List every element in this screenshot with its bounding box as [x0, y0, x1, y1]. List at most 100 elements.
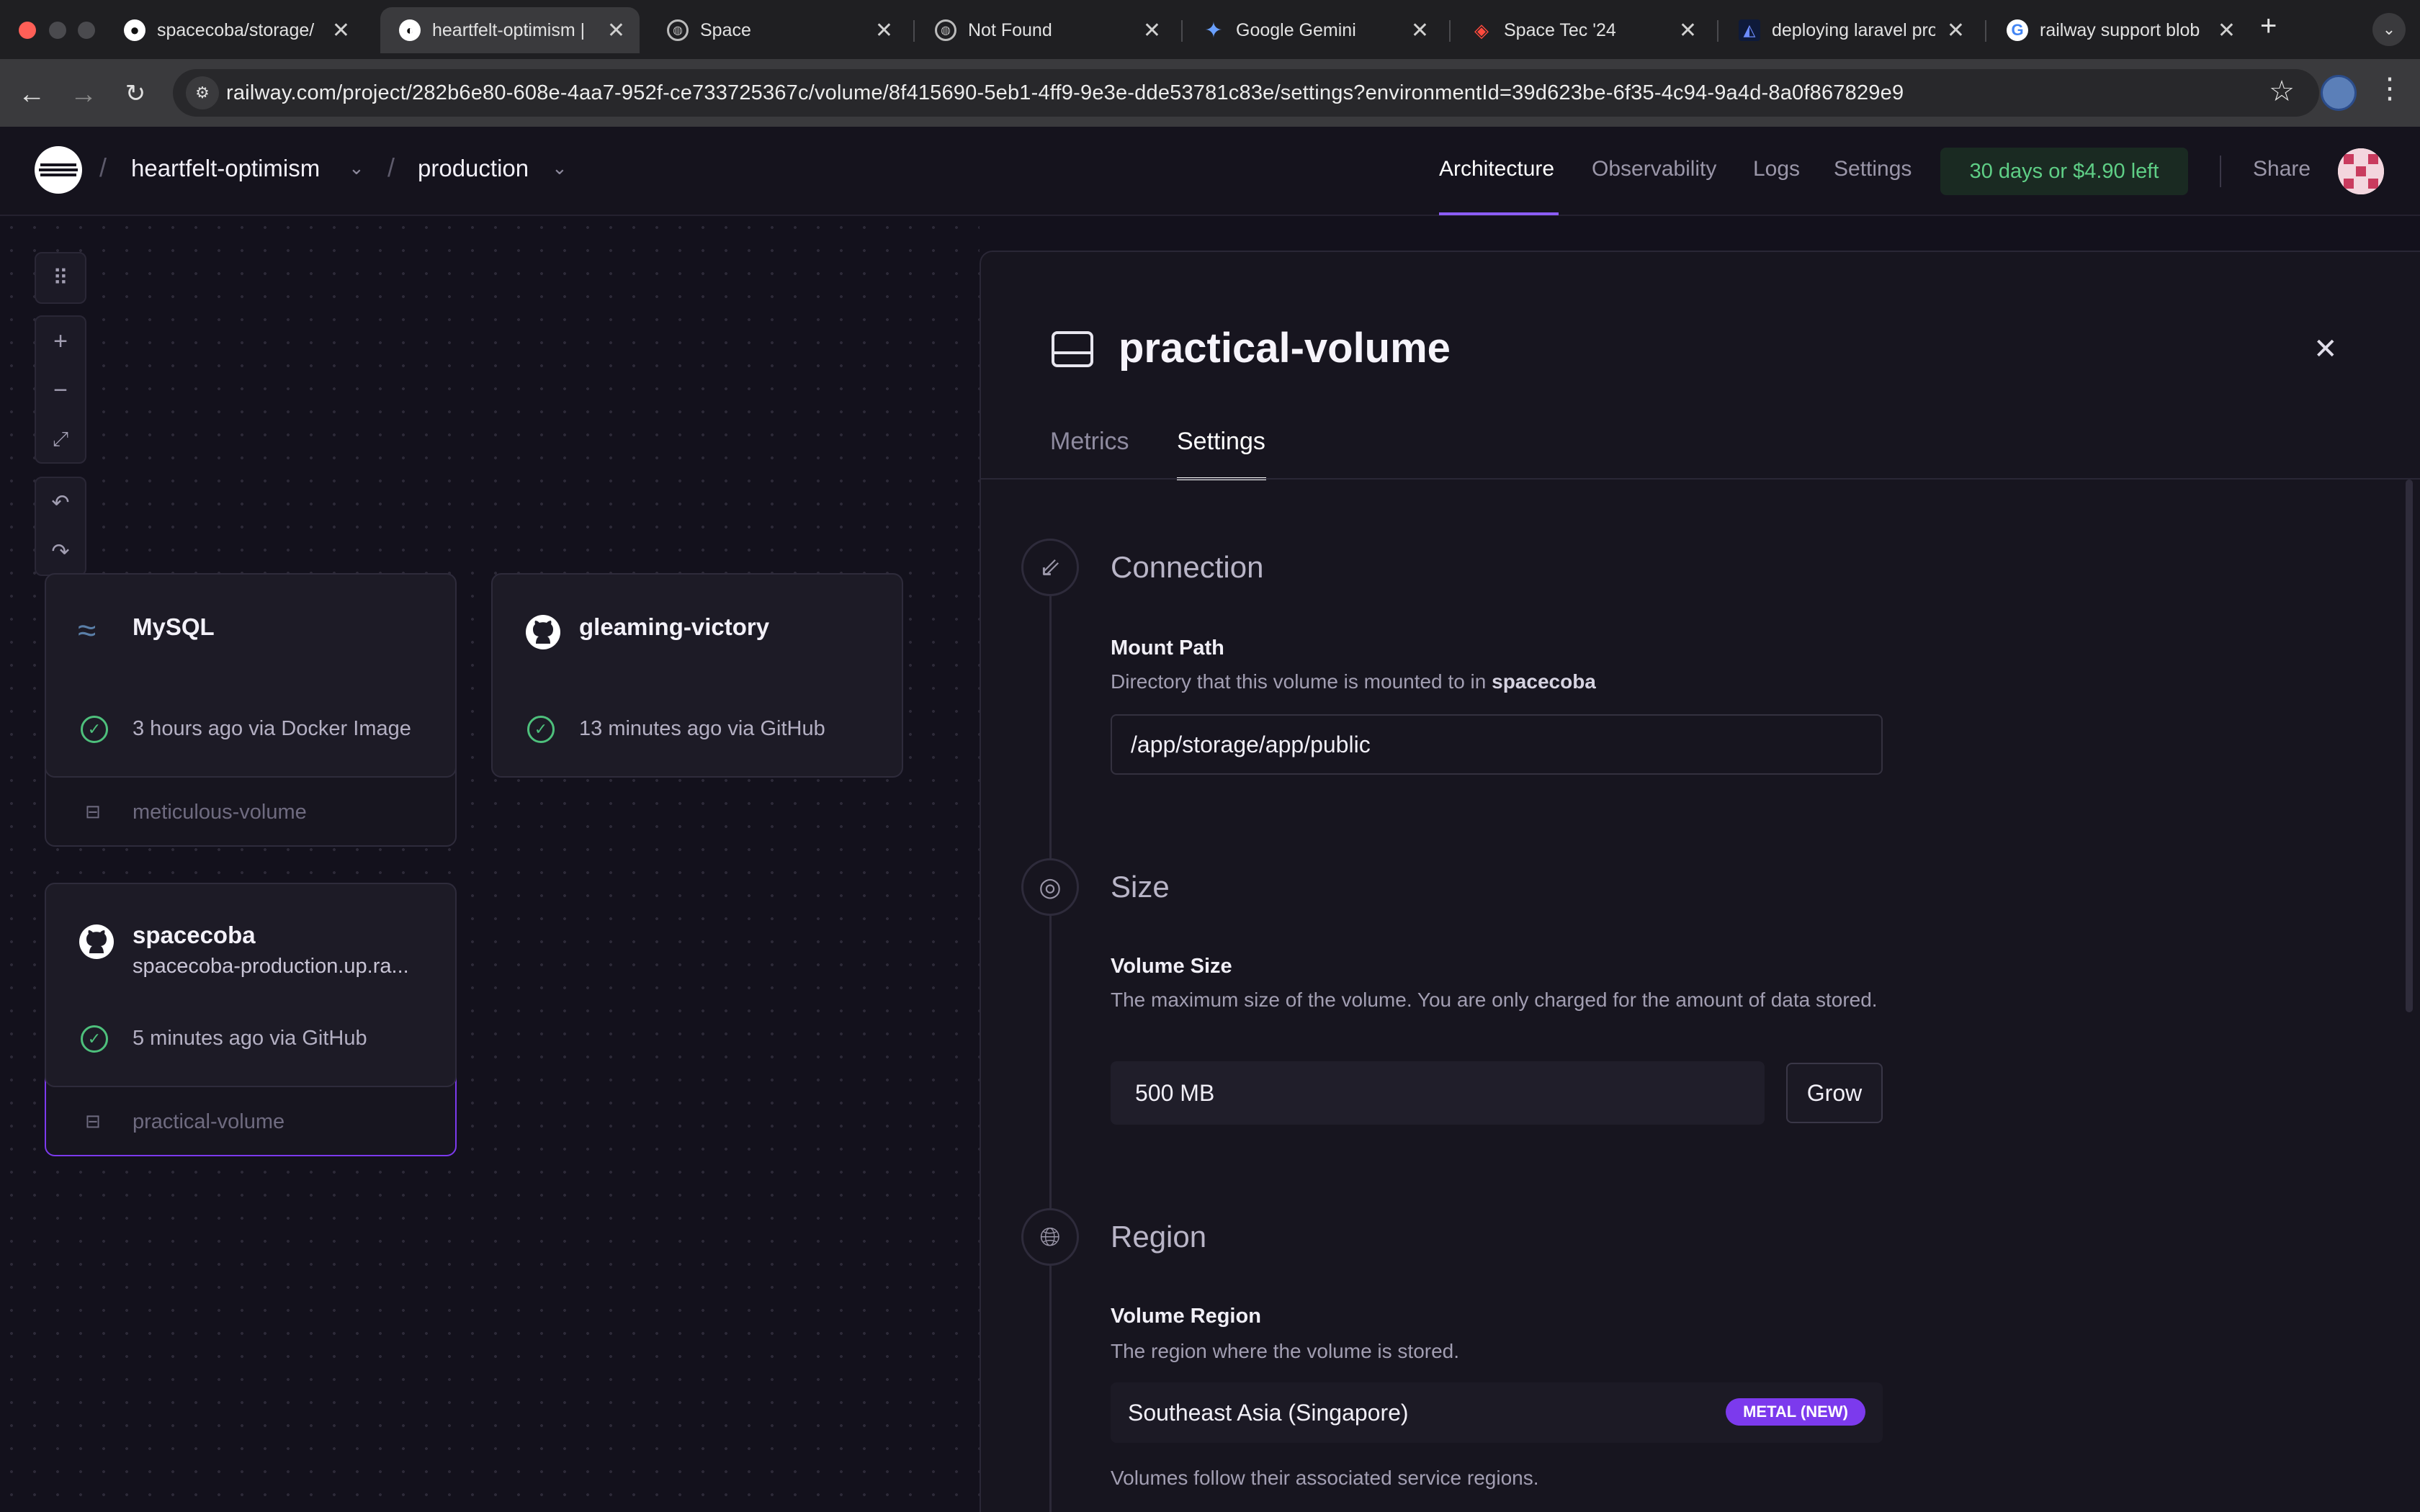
volume-name: meticulous-volume [133, 801, 307, 824]
address-bar[interactable]: ⚙ railway.com/project/282b6e80-608e-4aa7… [173, 69, 2319, 117]
volume-region-value: Southeast Asia (Singapore) [1128, 1399, 1409, 1426]
zoom-out-icon[interactable]: − [36, 366, 85, 415]
redo-icon[interactable]: ↷ [36, 527, 85, 576]
browser-tab[interactable]: ✦ Google Gemini ✕ [1184, 7, 1443, 53]
panel-scrollbar[interactable] [2406, 480, 2413, 1012]
history-controls: ↶ ↷ [35, 477, 86, 576]
service-card-spacecoba[interactable] [45, 883, 457, 1087]
chevron-down-icon[interactable]: ⌄ [349, 157, 364, 179]
nav-architecture[interactable]: Architecture [1439, 157, 1554, 181]
close-window-button[interactable] [19, 22, 36, 39]
service-card-mysql[interactable] [45, 573, 457, 778]
deploy-status: 5 minutes ago via GitHub [133, 1027, 367, 1050]
close-tab-icon[interactable]: ✕ [875, 18, 893, 43]
close-tab-icon[interactable]: ✕ [607, 18, 625, 43]
new-tab-button[interactable]: + [2260, 10, 2277, 42]
architecture-canvas[interactable] [0, 216, 980, 1512]
tabs-divider [981, 478, 2420, 480]
close-tab-icon[interactable]: ✕ [332, 18, 350, 43]
mount-path-description: Directory that this volume is mounted to… [1111, 667, 1888, 697]
section-heading-region: Region [1111, 1220, 1207, 1254]
close-tab-icon[interactable]: ✕ [1947, 18, 1965, 43]
mount-path-description-text: Directory that this volume is mounted to… [1111, 670, 1487, 693]
reload-icon[interactable]: ↻ [120, 79, 151, 108]
size-disk-icon: ◎ [1021, 858, 1079, 916]
browser-tab[interactable]: ◍ Space ✕ [648, 7, 908, 53]
mount-path-value: /app/storage/app/public [1131, 731, 1371, 757]
tab-divider [1985, 20, 1986, 42]
maximize-window-button[interactable] [78, 22, 95, 39]
share-button[interactable]: Share [2253, 157, 2311, 181]
service-name: gleaming-victory [579, 613, 770, 640]
service-name: spacecoba [133, 922, 256, 948]
zoom-in-icon[interactable]: + [36, 317, 85, 366]
volume-name: practical-volume [133, 1110, 285, 1133]
settings-timeline-line [1049, 569, 1052, 1512]
tab-metrics[interactable]: Metrics [1050, 428, 1129, 456]
active-nav-indicator [1439, 212, 1559, 215]
nav-observability[interactable]: Observability [1592, 157, 1716, 181]
back-icon[interactable]: ← [16, 79, 48, 110]
forward-icon[interactable]: → [68, 79, 99, 110]
service-domain[interactable]: spacecoba-production.up.ra... [133, 955, 409, 978]
site-settings-icon[interactable]: ⚙ [186, 76, 219, 109]
mount-path-label: Mount Path [1111, 636, 1224, 660]
success-check-icon: ✓ [81, 716, 108, 743]
metal-new-badge: METAL (NEW) [1726, 1398, 1865, 1426]
url-text: railway.com/project/282b6e80-608e-4aa7-9… [226, 81, 1904, 104]
service-name: MySQL [133, 613, 215, 640]
close-tab-icon[interactable]: ✕ [1411, 18, 1429, 43]
tab-divider [1449, 20, 1451, 42]
browser-tab[interactable]: ◈ Space Tec '24 ✕ [1452, 7, 1711, 53]
volume-region-label: Volume Region [1111, 1305, 1261, 1328]
railway-logo[interactable] [35, 146, 82, 194]
nav-logs[interactable]: Logs [1753, 157, 1800, 181]
trial-badge[interactable]: 30 days or $4.90 left [1940, 148, 2188, 195]
browser-menu-icon[interactable]: ⋮ [2375, 72, 2404, 105]
user-avatar[interactable] [2338, 148, 2384, 194]
laravel-icon: ◈ [1474, 19, 1489, 41]
gemini-icon: ✦ [1204, 18, 1223, 42]
zoom-controls: + − ⤢ [35, 315, 86, 464]
tab-divider [1717, 20, 1718, 42]
browser-tab-bar: ● spacecoba/storage/ ✕ ◐ heartfelt-optim… [0, 0, 2420, 59]
drive-icon: ⊟ [85, 801, 101, 822]
close-panel-icon[interactable]: ✕ [2313, 333, 2338, 366]
profile-avatar[interactable] [2321, 75, 2357, 111]
tab-divider [1181, 20, 1183, 42]
environment-name[interactable]: production [418, 155, 529, 182]
chevron-down-icon[interactable]: ⌄ [552, 157, 568, 179]
volume-drive-icon [1052, 331, 1093, 367]
minimize-window-button[interactable] [49, 22, 66, 39]
browser-tab[interactable]: ◍ Not Found ✕ [916, 7, 1175, 53]
breadcrumb-separator: / [99, 153, 107, 182]
bookmark-star-icon[interactable]: ☆ [2269, 75, 2295, 108]
browser-tab[interactable]: ◭ deploying laravel pro ✕ [1720, 7, 1979, 53]
browser-tab[interactable]: G railway support blob ✕ [1988, 7, 2250, 53]
github-icon [79, 924, 114, 959]
success-check-icon: ✓ [81, 1025, 108, 1053]
github-icon [526, 615, 560, 649]
app-icon: ◭ [1739, 19, 1760, 41]
browser-tab[interactable]: ● spacecoba/storage/ ✕ [105, 7, 364, 53]
grid-menu-icon[interactable]: ⠿ [36, 253, 85, 302]
close-tab-icon[interactable]: ✕ [1143, 18, 1161, 43]
mount-path-input[interactable]: /app/storage/app/public [1111, 714, 1883, 775]
fit-view-icon[interactable]: ⤢ [36, 415, 85, 464]
close-tab-icon[interactable]: ✕ [1679, 18, 1697, 43]
google-icon: G [2007, 19, 2028, 41]
tab-search-icon[interactable]: ⌄ [2372, 13, 2406, 46]
service-card-gleaming-victory[interactable] [491, 573, 903, 778]
close-tab-icon[interactable]: ✕ [2218, 18, 2236, 43]
volume-size-value: 500 MB [1135, 1079, 1215, 1106]
section-heading-size: Size [1111, 870, 1170, 904]
mount-path-service: spacecoba [1492, 670, 1596, 693]
undo-icon[interactable]: ↶ [36, 478, 85, 527]
section-heading-connection: Connection [1111, 550, 1264, 584]
nav-settings[interactable]: Settings [1834, 157, 1912, 181]
volume-size-field: 500 MB [1111, 1061, 1765, 1125]
grow-button[interactable]: Grow [1786, 1063, 1883, 1123]
tab-settings[interactable]: Settings [1177, 428, 1265, 456]
project-name[interactable]: heartfelt-optimism [131, 155, 320, 182]
browser-tab-active[interactable]: ◐ heartfelt-optimism | ✕ [380, 7, 640, 53]
